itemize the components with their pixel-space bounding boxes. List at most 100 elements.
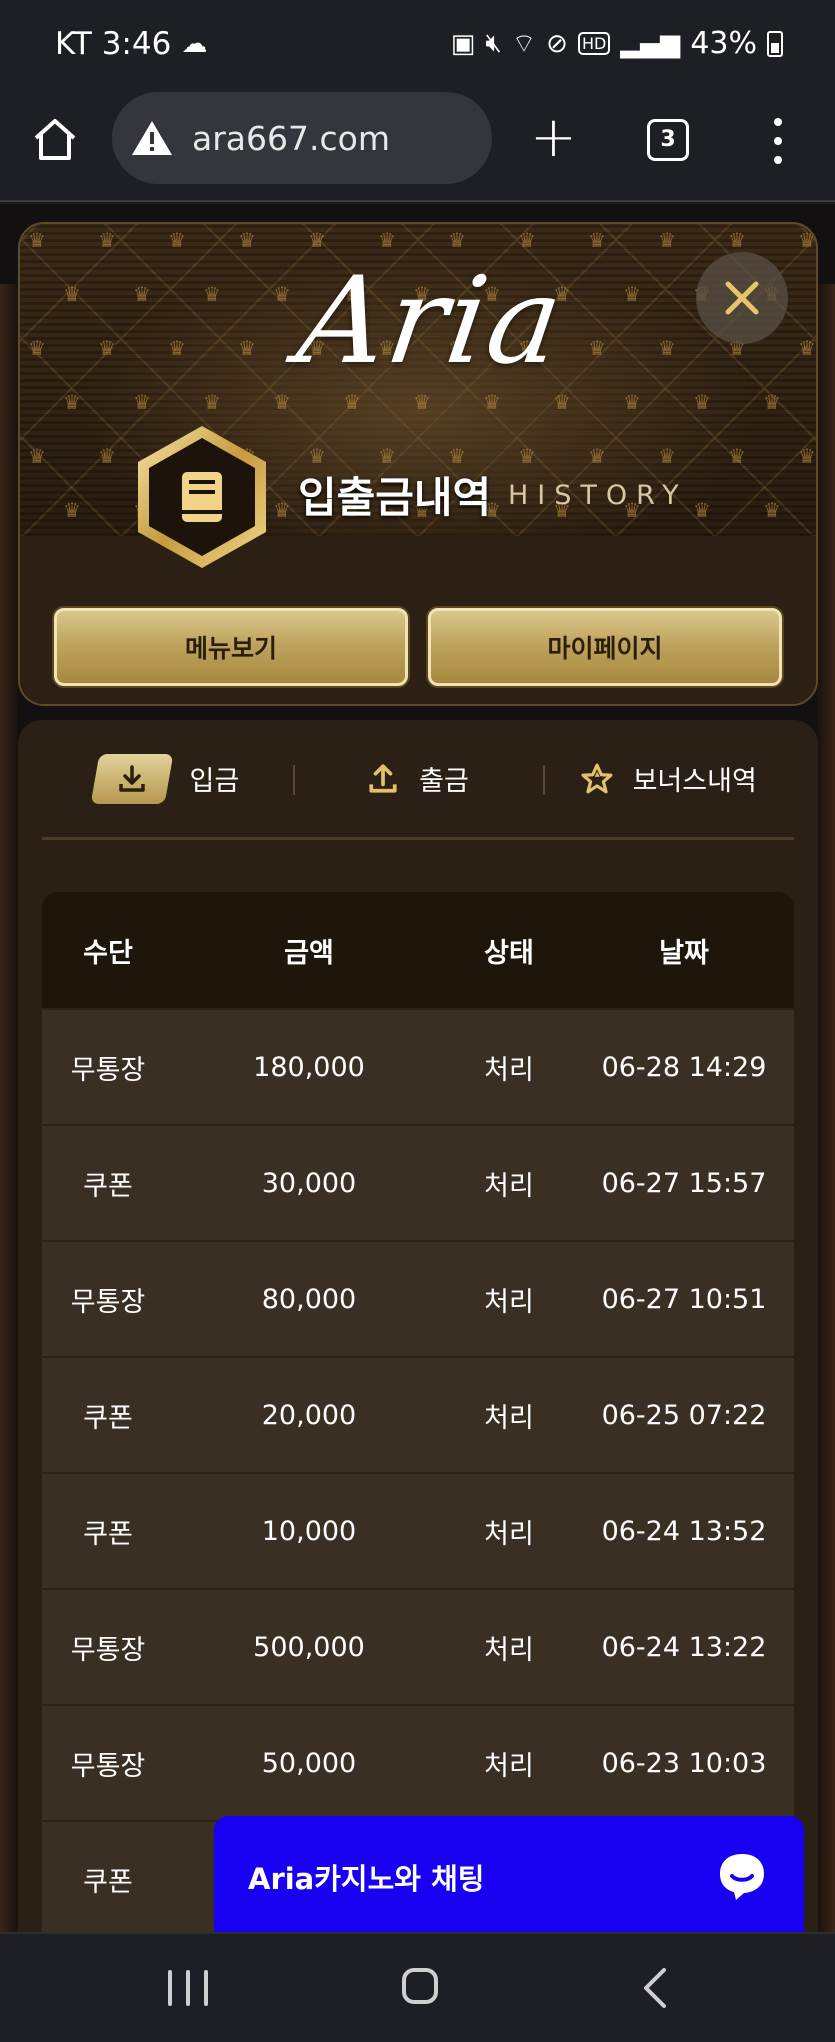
table-row: 쿠폰 10,000 처리 06-24 13:52 xyxy=(42,1472,794,1588)
cell-method: 무통장 xyxy=(70,1054,146,1086)
book-icon xyxy=(138,426,266,568)
battery-saver-icon: ▣ xyxy=(450,28,476,59)
cell-method: 무통장 xyxy=(70,1634,146,1666)
cell-method: 쿠폰 xyxy=(83,1518,133,1550)
tab-deposit[interactable]: 입금 xyxy=(42,753,293,804)
close-icon[interactable] xyxy=(722,278,762,318)
tab-withdraw-label[interactable]: 출금 xyxy=(419,759,469,798)
crown-decoration: ♛ xyxy=(588,444,606,468)
do-not-disturb-icon: ⊘ xyxy=(546,28,568,59)
crown-decoration: ♛ xyxy=(658,228,676,252)
history-table: 수단 금액 상태 날짜 무통장 180,000 처리 06-28 14:29 쿠… xyxy=(42,892,794,1932)
crown-decoration: ♛ xyxy=(98,336,116,360)
chat-label[interactable]: Aria카지노와 채팅 xyxy=(248,1856,484,1898)
crown-decoration: ♛ xyxy=(693,390,711,414)
tab-deposit-label[interactable]: 입금 xyxy=(189,759,239,798)
crown-decoration: ♛ xyxy=(798,444,816,468)
tab-bonus[interactable]: 보너스내역 xyxy=(543,759,794,798)
home-nav-icon[interactable] xyxy=(402,1968,438,2004)
address-bar[interactable]: ara667.com xyxy=(112,92,492,184)
recent-apps-icon[interactable] xyxy=(168,1970,208,2006)
crown-decoration: ♛ xyxy=(448,228,466,252)
background-left xyxy=(0,284,18,1932)
new-tab-button[interactable]: + xyxy=(530,110,577,166)
carrier-time: KT 3:46 xyxy=(55,26,172,62)
crown-decoration: ♛ xyxy=(273,390,291,414)
status-left: KT 3:46 ☁ xyxy=(55,26,207,62)
cell-date: 06-27 10:51 xyxy=(601,1283,767,1315)
crown-decoration: ♛ xyxy=(63,282,81,306)
history-panel: 입금 출금 보너스내역 수단 금액 상태 날짜 무통장 180,000 처리 0… xyxy=(18,720,818,1932)
crown-decoration: ♛ xyxy=(168,228,186,252)
status-bar: KT 3:46 ☁ ▣ 🔇︎ ⌔ ⊘ HD ▂▄▆ 43% xyxy=(0,0,835,90)
crown-decoration: ♛ xyxy=(273,282,291,306)
back-icon[interactable] xyxy=(640,1966,670,2010)
warning-icon[interactable] xyxy=(130,118,174,158)
cell-status: 처리 xyxy=(484,1634,534,1666)
chat-bubble-icon[interactable] xyxy=(714,1848,770,1904)
background-right xyxy=(817,284,835,1932)
home-icon[interactable] xyxy=(30,114,86,170)
crown-decoration: ♛ xyxy=(28,336,46,360)
crown-decoration: ♛ xyxy=(518,444,536,468)
chat-widget-button[interactable]: Aria카지노와 채팅 xyxy=(214,1816,804,1938)
crown-decoration: ♛ xyxy=(203,282,221,306)
crown-decoration: ♛ xyxy=(168,336,186,360)
crown-decoration: ♛ xyxy=(623,282,641,306)
table-row: 쿠폰 20,000 처리 06-25 07:22 xyxy=(42,1356,794,1472)
cell-date: 06-24 13:52 xyxy=(601,1515,767,1547)
tab-switcher-button[interactable]: 3 xyxy=(647,119,689,161)
cell-status: 처리 xyxy=(484,1518,534,1550)
close-button[interactable] xyxy=(696,252,788,344)
cell-method: 쿠폰 xyxy=(83,1866,133,1898)
crown-decoration: ♛ xyxy=(203,390,221,414)
table-header: 수단 금액 상태 날짜 xyxy=(42,892,794,1008)
url-text[interactable]: ara667.com xyxy=(192,119,390,158)
crown-decoration: ♛ xyxy=(28,444,46,468)
crown-decoration: ♛ xyxy=(763,390,781,414)
table-row: 무통장 50,000 처리 06-23 10:03 xyxy=(42,1704,794,1820)
crown-decoration: ♛ xyxy=(553,390,571,414)
cell-method: 무통장 xyxy=(70,1750,146,1782)
mypage-button[interactable]: 마이페이지 xyxy=(428,608,782,686)
page-title: 입출금내역 xyxy=(298,473,492,522)
cell-date: 06-25 07:22 xyxy=(601,1399,767,1431)
crown-decoration: ♛ xyxy=(308,228,326,252)
battery-percent: 43% xyxy=(690,26,757,61)
cell-amount: 20,000 xyxy=(261,1399,357,1431)
cell-amount: 10,000 xyxy=(261,1515,357,1547)
cell-status: 처리 xyxy=(484,1054,534,1086)
upload-icon[interactable] xyxy=(367,763,399,795)
wifi-icon: ⌔ xyxy=(511,29,537,59)
cloud-icon: ☁ xyxy=(181,29,208,59)
cell-method: 무통장 xyxy=(70,1286,146,1318)
crown-decoration: ♛ xyxy=(98,228,116,252)
cell-date: 06-28 14:29 xyxy=(601,1051,767,1083)
crown-decoration: ♛ xyxy=(623,390,641,414)
crown-decoration: ♛ xyxy=(658,444,676,468)
menu-button[interactable]: 메뉴보기 xyxy=(54,608,408,686)
crown-decoration: ♛ xyxy=(763,498,781,522)
col-date: 날짜 xyxy=(659,937,709,969)
history-tabs: 입금 출금 보너스내역 xyxy=(42,720,794,840)
cell-status: 처리 xyxy=(484,1402,534,1434)
cell-status: 처리 xyxy=(484,1286,534,1318)
col-status: 상태 xyxy=(484,937,534,969)
crown-decoration: ♛ xyxy=(63,390,81,414)
cell-amount: 80,000 xyxy=(261,1283,357,1315)
browser-toolbar: ara667.com + 3 xyxy=(0,90,835,202)
cell-status: 처리 xyxy=(484,1170,534,1202)
tab-withdraw[interactable]: 출금 xyxy=(292,759,544,798)
star-icon[interactable] xyxy=(581,763,613,795)
crown-decoration: ♛ xyxy=(98,444,116,468)
crown-decoration: ♛ xyxy=(588,336,606,360)
crown-decoration: ♛ xyxy=(63,498,81,522)
crown-decoration: ♛ xyxy=(728,444,746,468)
crown-decoration: ♛ xyxy=(273,498,291,522)
more-menu-icon[interactable] xyxy=(768,118,788,164)
download-icon[interactable] xyxy=(91,753,174,804)
table-row: 무통장 80,000 처리 06-27 10:51 xyxy=(42,1240,794,1356)
crown-decoration: ♛ xyxy=(588,228,606,252)
tab-bonus-label[interactable]: 보너스내역 xyxy=(633,759,757,798)
cell-method: 쿠폰 xyxy=(83,1170,133,1202)
